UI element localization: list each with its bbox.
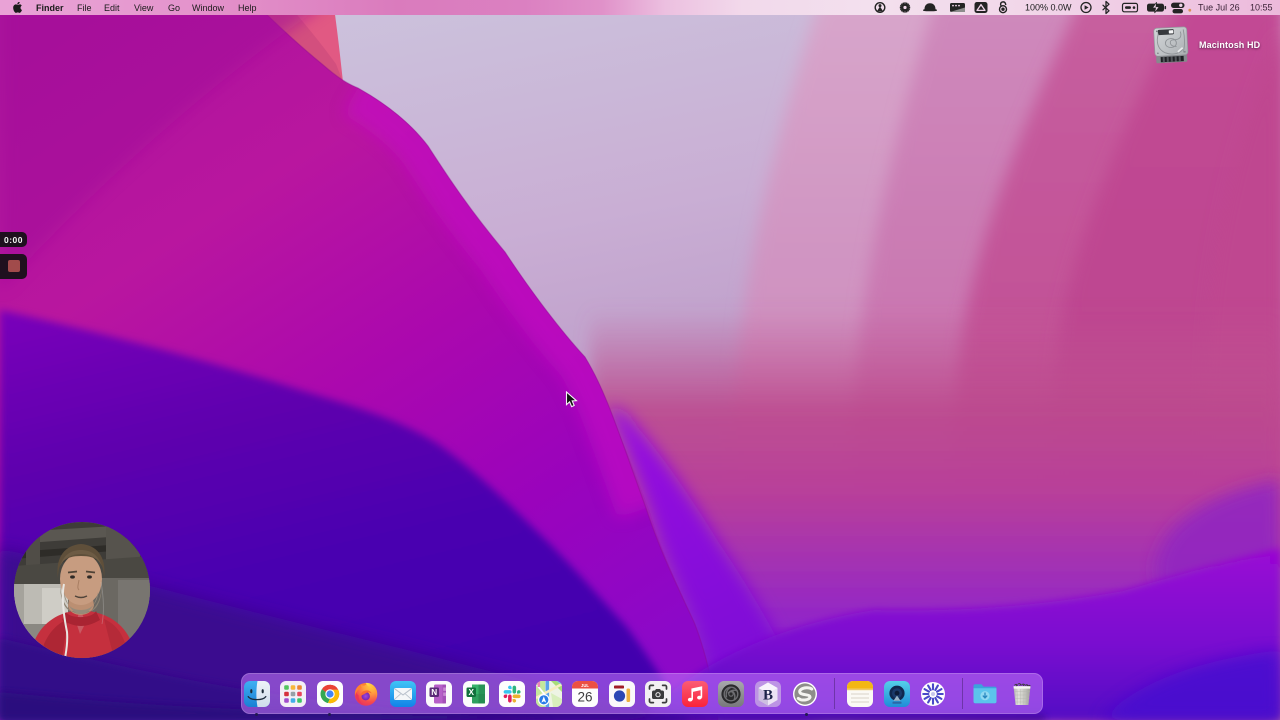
svg-text:JUL: JUL bbox=[581, 683, 589, 688]
svg-text:B: B bbox=[762, 687, 772, 703]
svg-text:Tue Jul 26: Tue Jul 26 bbox=[1198, 3, 1240, 13]
svg-text:N: N bbox=[431, 688, 437, 697]
svg-text:X: X bbox=[468, 688, 474, 697]
svg-text:100% 0.0W: 100% 0.0W bbox=[1025, 3, 1072, 13]
svg-text:26: 26 bbox=[577, 690, 592, 705]
svg-text:10:55: 10:55 bbox=[1250, 3, 1273, 13]
